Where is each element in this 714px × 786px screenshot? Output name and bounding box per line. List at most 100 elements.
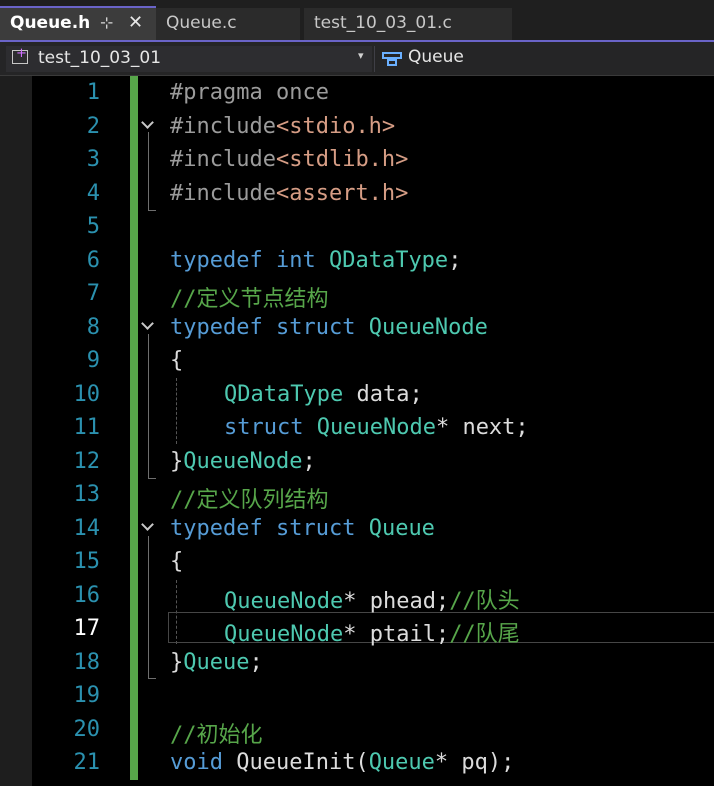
line-number: 19	[73, 683, 101, 708]
code-token: Queue	[368, 750, 435, 775]
code-token: #include	[170, 113, 276, 139]
code-token: //定义节点结构	[170, 287, 329, 312]
line-number: 3	[86, 147, 100, 172]
struct-icon	[382, 52, 402, 66]
code-token: #include	[170, 180, 276, 206]
code-text: {	[170, 549, 183, 574]
code-editor[interactable]: 1 #pragma once 2 #include<stdio.h> 3 #include…	[0, 76, 714, 786]
code-line[interactable]: 7 //定义节点结构	[0, 279, 714, 312]
code-text: QueueNode* ptail;//队尾	[224, 616, 520, 648]
code-token: <stdlib.h>	[275, 147, 409, 172]
code-token: typedef	[170, 515, 263, 541]
close-icon[interactable]: ✕	[128, 8, 143, 38]
code-text: {	[170, 348, 183, 373]
code-line[interactable]: 4 #include<assert.h>	[0, 179, 714, 212]
line-number: 20	[73, 716, 101, 742]
code-text: }QueueNode;	[170, 449, 316, 474]
code-line[interactable]: 16 QueueNode* phead;//队头	[0, 581, 714, 614]
code-line[interactable]: 3 #include<stdlib.h>	[0, 145, 714, 178]
code-text: #pragma once	[170, 80, 329, 105]
code-line[interactable]: 1 #pragma once	[0, 78, 714, 111]
code-token: Queue	[183, 649, 250, 675]
code-token: QDataType	[328, 247, 449, 273]
code-token: Queue	[368, 515, 435, 541]
line-number: 1	[86, 80, 100, 105]
code-line[interactable]: 11 struct QueueNode* next;	[0, 413, 714, 446]
pin-icon[interactable]: ⊹	[100, 8, 113, 38]
code-line[interactable]: 2 #include<stdio.h>	[0, 112, 714, 145]
scope-dropdown[interactable]: Queue	[408, 47, 464, 67]
code-line[interactable]: 8 typedef struct QueueNode	[0, 313, 714, 346]
line-number: 21	[73, 750, 101, 775]
code-token: data;	[343, 381, 423, 407]
project-dropdown[interactable]: test_10_03_01 ▾	[6, 46, 372, 72]
code-token: //初始化	[170, 722, 263, 748]
code-token: * next;	[435, 415, 529, 440]
navigation-bar: test_10_03_01 ▾ Queue	[0, 42, 714, 76]
code-token: QueueNode	[183, 448, 303, 474]
project-icon	[12, 46, 28, 64]
code-line[interactable]: 10 QDataType data;	[0, 380, 714, 413]
code-token: //队尾	[449, 622, 520, 647]
divider	[374, 46, 375, 72]
code-line[interactable]: 5	[0, 212, 714, 245]
project-label: test_10_03_01	[38, 48, 162, 68]
line-number: 18	[73, 649, 101, 675]
code-line[interactable]: 14 typedef struct Queue	[0, 514, 714, 547]
code-token: }	[170, 649, 184, 675]
code-token: void	[170, 750, 223, 775]
line-number: 15	[73, 549, 101, 574]
code-line[interactable]: 21 void QueueInit(Queue* pq);	[0, 748, 714, 781]
tab-label: Queue.c	[166, 13, 237, 33]
code-text: typedef int QDataType;	[170, 248, 461, 273]
code-text: struct QueueNode* next;	[224, 415, 529, 440]
code-line[interactable]: 20 //初始化	[0, 715, 714, 748]
code-token: int	[275, 247, 316, 273]
line-number: 7	[86, 281, 100, 306]
tab-bar: Queue.h ⊹ ✕ Queue.c test_10_03_01.c	[0, 0, 714, 42]
code-token: ;	[302, 448, 316, 474]
code-token: typedef	[170, 247, 263, 273]
code-token: * ptail;	[343, 622, 450, 647]
line-number: 11	[73, 415, 101, 440]
code-line[interactable]: 13 //定义队列结构	[0, 480, 714, 513]
code-token: struct	[275, 314, 356, 340]
chevron-down-icon[interactable]: ▾	[358, 49, 364, 62]
code-line[interactable]: 12 }QueueNode;	[0, 447, 714, 480]
code-text: //初始化	[170, 717, 263, 749]
code-token: {	[170, 348, 184, 373]
code-line[interactable]: 17 QueueNode* ptail;//队尾	[0, 614, 714, 647]
code-token: struct	[224, 415, 304, 440]
code-token: QueueNode	[368, 314, 488, 340]
code-line[interactable]: 6 typedef int QDataType;	[0, 246, 714, 279]
line-number: 12	[73, 448, 101, 474]
line-number: 14	[73, 515, 101, 541]
tab-queue-h[interactable]: Queue.h ⊹ ✕	[0, 6, 156, 40]
code-text: QDataType data;	[224, 382, 423, 407]
code-text: void QueueInit(Queue* pq);	[170, 750, 514, 775]
code-token: <assert.h>	[275, 180, 409, 206]
code-text: #include<stdio.h>	[170, 114, 395, 139]
code-token: ;	[448, 247, 462, 273]
code-line[interactable]: 19	[0, 681, 714, 714]
line-number: 9	[86, 348, 100, 373]
code-token: QueueNode	[224, 588, 344, 614]
line-number: 5	[86, 214, 100, 239]
line-number: 8	[86, 314, 100, 340]
code-line[interactable]: 9{	[0, 346, 714, 379]
tab-test-c[interactable]: test_10_03_01.c	[304, 8, 512, 40]
code-text: //定义节点结构	[170, 281, 329, 313]
line-number: 13	[73, 482, 101, 507]
code-text: typedef struct Queue	[170, 516, 435, 541]
tab-queue-c[interactable]: Queue.c	[156, 8, 300, 40]
line-number: 6	[86, 247, 100, 273]
code-token: #include	[170, 147, 276, 172]
code-line[interactable]: 15 {	[0, 547, 714, 580]
code-token: #pragma once	[170, 80, 329, 105]
code-line[interactable]: 18}Queue;	[0, 648, 714, 681]
code-token: ;	[249, 649, 263, 675]
